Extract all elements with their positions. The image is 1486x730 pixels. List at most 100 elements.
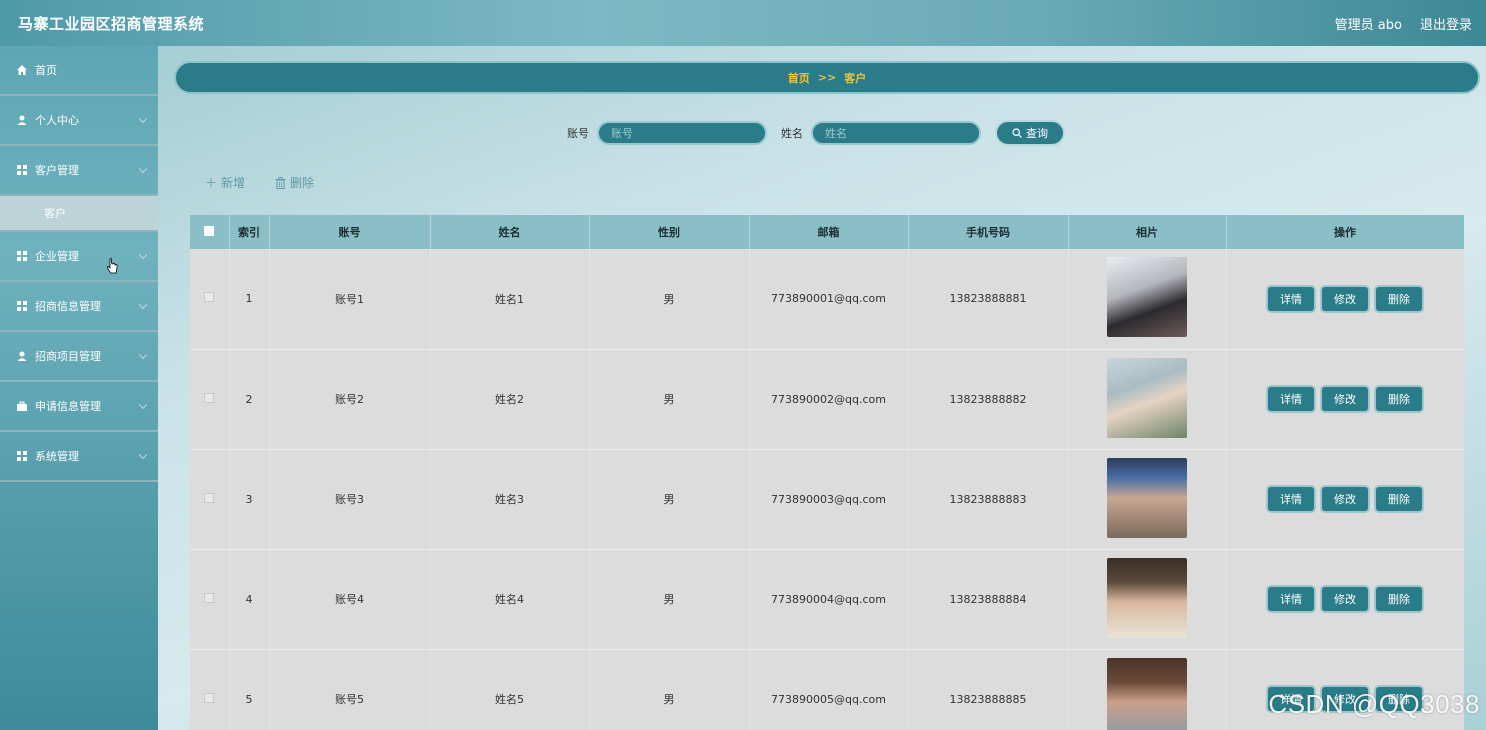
row-name: 姓名4 bbox=[430, 549, 590, 650]
search-button[interactable]: 查询 bbox=[995, 120, 1065, 146]
app-title: 马寨工业园区招商管理系统 bbox=[18, 14, 205, 33]
user-icon bbox=[16, 114, 28, 126]
top-header: 马寨工业园区招商管理系统 管理员 abo 退出登录 bbox=[0, 0, 1486, 46]
edit-button[interactable]: 修改 bbox=[1322, 387, 1368, 411]
row-checkbox[interactable] bbox=[204, 692, 215, 703]
customer-photo bbox=[1107, 657, 1187, 730]
row-gender: 男 bbox=[589, 649, 750, 730]
column-header: 账号 bbox=[269, 215, 431, 249]
toolbar: ＋ 新增 删除 bbox=[205, 174, 314, 191]
breadcrumb-current: 客户 bbox=[844, 71, 867, 85]
sidebar-item-investment-project-management[interactable]: 招商项目管理 bbox=[0, 332, 158, 382]
row-account: 账号2 bbox=[269, 349, 431, 450]
row-index: 4 bbox=[229, 549, 270, 650]
column-header: 邮箱 bbox=[749, 215, 909, 249]
detail-button[interactable]: 详情 bbox=[1268, 487, 1314, 511]
grid-icon bbox=[16, 164, 28, 176]
row-name: 姓名5 bbox=[430, 649, 590, 730]
sidebar-item-application-info-management[interactable]: 申请信息管理 bbox=[0, 382, 158, 432]
breadcrumb-home[interactable]: 首页 bbox=[788, 70, 810, 86]
delete-button[interactable]: 删除 bbox=[1376, 587, 1422, 611]
chevron-down-icon bbox=[138, 350, 148, 360]
row-actions: 详情 修改 删除 bbox=[1226, 349, 1464, 450]
detail-button[interactable]: 详情 bbox=[1268, 387, 1314, 411]
detail-button[interactable]: 详情 bbox=[1268, 587, 1314, 611]
row-name: 姓名2 bbox=[430, 349, 590, 450]
sidebar-item-enterprise-management[interactable]: 企业管理 bbox=[0, 232, 158, 282]
breadcrumb: 首页 >> 客户 bbox=[174, 61, 1480, 94]
logout-link[interactable]: 退出登录 bbox=[1420, 14, 1472, 33]
row-account: 账号1 bbox=[269, 249, 431, 350]
row-name: 姓名3 bbox=[430, 449, 590, 550]
home-icon bbox=[16, 64, 28, 76]
row-checkbox[interactable] bbox=[204, 292, 215, 303]
add-button[interactable]: ＋ 新增 bbox=[205, 174, 245, 191]
sidebar-item-label: 招商项目管理 bbox=[35, 350, 101, 363]
search-icon bbox=[1012, 128, 1022, 138]
row-checkbox[interactable] bbox=[204, 592, 215, 603]
row-gender: 男 bbox=[589, 549, 750, 650]
sidebar-item-system-management[interactable]: 系统管理 bbox=[0, 432, 158, 482]
name-search-label: 姓名 bbox=[781, 127, 803, 140]
sidebar-item-investment-info-management[interactable]: 招商信息管理 bbox=[0, 282, 158, 332]
sidebar-item-label: 个人中心 bbox=[35, 114, 79, 127]
row-email: 773890005@qq.com bbox=[749, 649, 909, 730]
row-gender: 男 bbox=[589, 349, 750, 450]
detail-button[interactable]: 详情 bbox=[1268, 286, 1314, 311]
row-account: 账号5 bbox=[269, 649, 431, 730]
row-phone: 13823888881 bbox=[908, 249, 1069, 350]
row-actions: 详情 修改 删除 bbox=[1226, 549, 1464, 650]
edit-button[interactable]: 修改 bbox=[1322, 286, 1368, 311]
name-search-input[interactable]: 姓名 bbox=[811, 121, 981, 145]
account-search-input[interactable]: 账号 bbox=[597, 121, 767, 145]
row-index: 2 bbox=[229, 349, 270, 450]
select-all-cell bbox=[190, 215, 230, 249]
sidebar-item-label: 系统管理 bbox=[35, 450, 79, 463]
sidebar-item-label: 首页 bbox=[35, 64, 57, 77]
delete-button[interactable]: 删除 bbox=[1376, 286, 1422, 311]
customer-table: 索引 账号 姓名 性别 邮箱 手机号码 相片 操作 1 账号1 姓名1 男 77… bbox=[190, 215, 1464, 730]
sidebar-item-home[interactable]: 首页 bbox=[0, 46, 158, 96]
search-button-label: 查询 bbox=[1026, 127, 1048, 140]
user-icon bbox=[16, 350, 28, 362]
select-all-checkbox[interactable] bbox=[204, 225, 215, 236]
edit-button[interactable]: 修改 bbox=[1322, 487, 1368, 511]
row-account: 账号4 bbox=[269, 549, 431, 650]
row-phone: 13823888885 bbox=[908, 649, 1069, 730]
grid-icon bbox=[16, 250, 28, 262]
chevron-down-icon bbox=[138, 300, 148, 310]
row-phone: 13823888884 bbox=[908, 549, 1069, 650]
row-email: 773890002@qq.com bbox=[749, 349, 909, 450]
row-phone: 13823888883 bbox=[908, 449, 1069, 550]
add-button-label: 新增 bbox=[221, 176, 246, 190]
sidebar-subitem-customer[interactable]: 客户 bbox=[0, 196, 158, 232]
chevron-down-icon bbox=[138, 114, 148, 124]
search-bar: 账号 账号 姓名 姓名 查询 bbox=[567, 120, 1065, 146]
sidebar-item-customer-management[interactable]: 客户管理 bbox=[0, 146, 158, 196]
sidebar-item-personal-center[interactable]: 个人中心 bbox=[0, 96, 158, 146]
row-phone: 13823888882 bbox=[908, 349, 1069, 450]
sidebar: 首页 个人中心 客户管理 客户 企业管理 招商信息管理 招商项目管理 申请信息管… bbox=[0, 46, 158, 730]
account-search-label: 账号 bbox=[567, 127, 589, 140]
edit-button[interactable]: 修改 bbox=[1322, 587, 1368, 611]
top-right-area: 管理员 abo 退出登录 bbox=[1335, 14, 1472, 33]
row-name: 姓名1 bbox=[430, 249, 590, 350]
grid-icon bbox=[16, 300, 28, 312]
row-checkbox[interactable] bbox=[204, 392, 215, 403]
row-checkbox[interactable] bbox=[204, 492, 215, 503]
table-row: 1 账号1 姓名1 男 773890001@qq.com 13823888881… bbox=[190, 249, 1464, 350]
trash-icon bbox=[275, 176, 286, 189]
customer-photo bbox=[1107, 557, 1187, 638]
delete-button[interactable]: 删除 bbox=[1376, 487, 1422, 511]
breadcrumb-separator: >> bbox=[817, 71, 837, 84]
hand-cursor-icon bbox=[106, 258, 118, 274]
delete-button[interactable]: 删除 bbox=[1376, 387, 1422, 411]
table-row: 4 账号4 姓名4 男 773890004@qq.com 13823888884… bbox=[190, 549, 1464, 650]
batch-delete-label: 删除 bbox=[290, 176, 315, 190]
row-index: 1 bbox=[229, 249, 270, 350]
csdn-watermark: CSDN @QQ3038 bbox=[1268, 689, 1480, 719]
sidebar-item-label: 招商信息管理 bbox=[35, 300, 101, 313]
admin-user-label: 管理员 abo bbox=[1334, 17, 1402, 33]
chevron-down-icon bbox=[138, 450, 148, 460]
batch-delete-button[interactable]: 删除 bbox=[275, 174, 314, 191]
